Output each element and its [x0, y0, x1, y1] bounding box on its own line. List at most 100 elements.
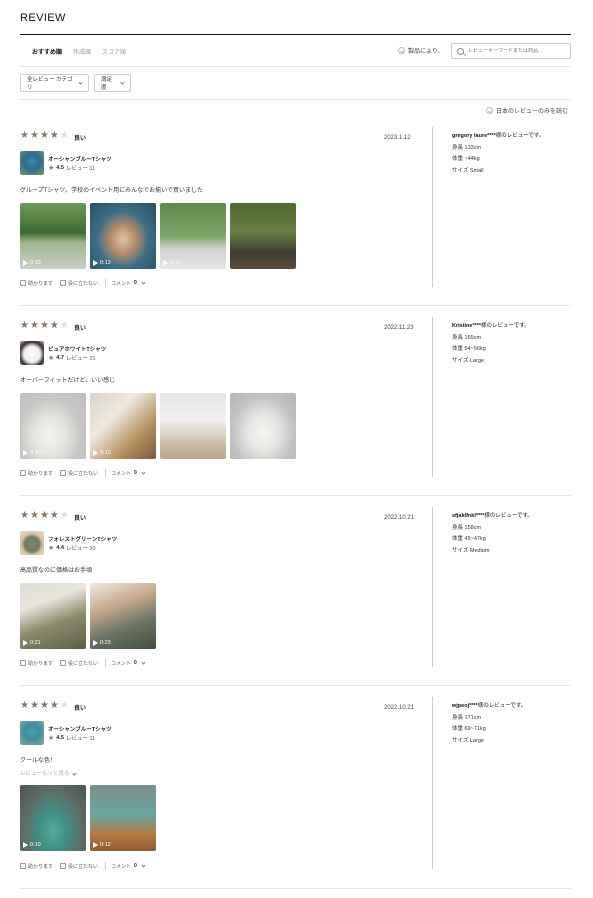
reviewer-size: サイズ Large — [452, 737, 484, 744]
play-icon — [23, 450, 28, 456]
star-icon: ★ — [48, 354, 55, 362]
thumbs-down-icon — [60, 660, 67, 666]
video-badge: 0:23 — [93, 640, 111, 646]
review-text: クールな色！ — [20, 758, 57, 764]
star-icon: ★ — [39, 700, 49, 711]
reviewer-id: Kristine**** — [452, 323, 482, 329]
review-video[interactable]: 0:10 — [90, 393, 156, 459]
product-name[interactable]: オーシャンブルーTシャツ — [48, 725, 112, 733]
review-video[interactable]: 0:10 — [20, 393, 86, 459]
sort-tab-recommended[interactable]: おすすめ順 — [32, 47, 62, 56]
not-helpful-button[interactable]: 役に立たない — [60, 470, 98, 477]
product-filter-label: 製品により、 — [408, 49, 444, 55]
reviewer-id: gregory laure**** — [452, 133, 496, 139]
comment-button[interactable]: コメント 0 — [111, 469, 146, 477]
chevron-down-icon — [120, 79, 125, 85]
reviewer-suffix: 様のレビューです。 — [481, 323, 530, 329]
review-search[interactable] — [451, 43, 571, 59]
product-thumbnail[interactable] — [20, 721, 44, 745]
reviewer-info: wjpeoj****様のレビューです。 身長 171cm 体重 69~71kg サイズ… — [452, 701, 526, 747]
reviewer-name: Kristine****様のレビューです。 — [452, 321, 530, 333]
divider — [105, 469, 107, 477]
divider — [105, 659, 107, 667]
video-duration: 0:21 — [30, 640, 41, 646]
satisfaction-dropdown[interactable]: 満足度 — [94, 74, 131, 92]
play-icon — [163, 260, 168, 266]
product-score: 4.4 — [56, 545, 64, 551]
more-reviews-link[interactable]: レビューもっと見る — [20, 769, 77, 777]
review-video[interactable]: 0:12 — [90, 785, 156, 851]
product-thumbnail[interactable] — [20, 341, 44, 365]
review-video[interactable] — [230, 393, 296, 459]
product-thumbnail[interactable] — [20, 151, 44, 175]
comment-button[interactable]: コメント 0 — [111, 659, 146, 667]
review-media: 0:10 0:12 — [20, 785, 156, 851]
play-icon — [93, 640, 98, 646]
not-helpful-label: 役に立たない — [68, 470, 99, 477]
review-actions: 助かります 役に立たない コメント 0 — [20, 862, 152, 870]
column-divider — [432, 317, 433, 477]
review-video[interactable]: 0:13 — [90, 203, 156, 269]
product-thumbnail[interactable] — [20, 531, 44, 555]
review-video[interactable]: 0:10 — [20, 203, 86, 269]
star-icon: ★ — [20, 510, 29, 521]
product-filter-toggle[interactable]: 製品により、 — [398, 46, 444, 55]
review-text: オーバーフィットだけど、いい感じ — [20, 378, 116, 384]
comment-count: 0 — [134, 660, 137, 666]
review-video[interactable]: 0:10 — [160, 203, 226, 269]
more-reviews-label: レビューもっと見る — [20, 771, 70, 777]
not-helpful-button[interactable]: 役に立たない — [60, 863, 98, 870]
play-icon — [23, 260, 28, 266]
review-video[interactable]: 0:10 — [20, 785, 86, 851]
thumbs-down-icon — [60, 470, 67, 476]
product-name[interactable]: フォレストグリーンTシャツ — [48, 535, 117, 543]
not-helpful-button[interactable]: 役に立たない — [60, 280, 98, 287]
filter-bar: 全レビュー カテゴリ 満足度 — [20, 67, 571, 100]
satisfaction-dropdown-label: 満足度 — [101, 77, 113, 91]
not-helpful-button[interactable]: 役に立たない — [60, 660, 98, 667]
product-review-count: レビュー 10 — [65, 546, 96, 552]
video-badge: 0:21 — [23, 640, 41, 646]
search-input[interactable] — [468, 48, 568, 54]
helpful-button[interactable]: 助かります — [20, 660, 53, 667]
divider — [105, 862, 107, 870]
product-name[interactable]: オーシャンブルーTシャツ — [48, 155, 112, 163]
japan-only-toggle[interactable]: 日本のレビューのみを読む — [486, 106, 568, 115]
helpful-button[interactable]: 助かります — [20, 280, 53, 287]
not-helpful-label: 役に立たない — [68, 863, 99, 870]
thumbs-up-icon — [20, 660, 26, 666]
comment-button[interactable]: コメント 0 — [111, 862, 146, 870]
sort-tab-score[interactable]: スコア順 — [102, 47, 126, 56]
product-score: 4.7 — [56, 355, 64, 361]
rating-stars: ★ ★ ★ ★ ★ — [20, 131, 69, 141]
helpful-button[interactable]: 助かります — [20, 863, 53, 870]
comment-button[interactable]: コメント 0 — [111, 279, 146, 287]
review-video[interactable] — [160, 393, 226, 459]
video-duration: 0:10 — [30, 260, 41, 266]
star-icon: ★ — [29, 320, 39, 331]
comment-label: コメント — [111, 280, 132, 287]
product-score: 4.5 — [56, 165, 64, 171]
reviewer-suffix: 様のレビューです。 — [495, 133, 545, 139]
reviewer-size: サイズ Large — [452, 357, 484, 364]
sort-tabs: おすすめ順 作成順 スコア順 — [32, 47, 126, 56]
video-badge: 0:10 — [23, 450, 41, 456]
review-card: ★ ★ ★ ★ ★ 良い 2022.11.23 ピュアホワイトTシャツ ★ 4.7 レビュー 21 オ… — [20, 317, 571, 496]
review-video[interactable] — [230, 203, 296, 269]
review-actions: 助かります 役に立たない コメント 0 — [20, 659, 152, 667]
review-video[interactable]: 0:21 — [20, 583, 86, 649]
rating-label: 良い — [74, 516, 87, 522]
sort-tab-newest[interactable]: 作成順 — [73, 47, 91, 56]
rating-label: 良い — [74, 136, 87, 142]
helpful-button[interactable]: 助かります — [20, 470, 53, 477]
helpful-label: 助かります — [28, 470, 54, 477]
star-icon: ★ — [49, 510, 59, 521]
video-duration: 0:12 — [100, 842, 111, 848]
thumbs-up-icon — [20, 863, 26, 869]
product-name[interactable]: ピュアホワイトTシャツ — [48, 345, 106, 353]
star-icon: ★ — [20, 130, 29, 141]
review-text: グループTシャツ。学校のイベント用にみんなでお揃いで買いました — [20, 188, 203, 194]
category-dropdown[interactable]: 全レビュー カテゴリ — [20, 74, 89, 92]
reviewer-suffix: 様のレビューです。 — [477, 703, 527, 709]
review-video[interactable]: 0:23 — [90, 583, 156, 649]
